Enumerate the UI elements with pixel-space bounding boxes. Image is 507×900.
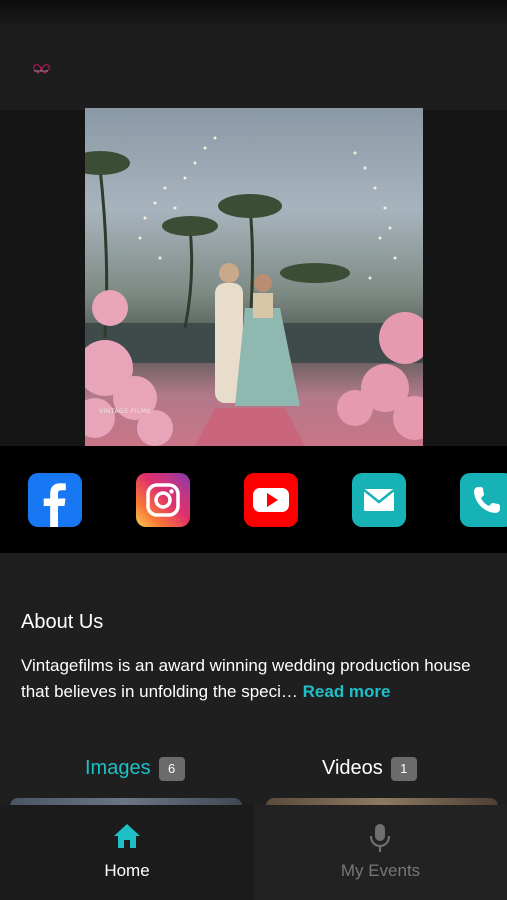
microphone-icon	[369, 824, 391, 852]
tab-videos[interactable]: Videos 1	[322, 757, 417, 785]
hero-image[interactable]: VINTAGE FILMS	[85, 108, 423, 446]
logo-text: VINTAGE	[33, 69, 49, 73]
youtube-button[interactable]	[244, 473, 298, 527]
instagram-icon	[146, 483, 180, 517]
images-count-badge: 6	[158, 757, 185, 781]
about-title: About Us	[21, 611, 104, 633]
instagram-button[interactable]	[136, 473, 190, 527]
social-bar	[0, 446, 507, 553]
app-header: VINTAGE	[0, 24, 507, 110]
nav-my-events[interactable]: My Events	[254, 805, 507, 900]
facebook-button[interactable]	[28, 473, 82, 527]
read-more-link[interactable]: Read more	[303, 682, 391, 701]
nav-my-events-label: My Events	[340, 861, 421, 880]
youtube-icon	[253, 488, 289, 512]
mail-icon	[363, 489, 395, 511]
email-button[interactable]	[352, 473, 406, 527]
heart-icon	[36, 60, 45, 68]
phone-icon	[474, 487, 500, 513]
tab-videos-label: Videos	[322, 757, 383, 779]
nav-home[interactable]: Home	[0, 805, 254, 900]
watermark-text: VINTAGE FILMS	[99, 408, 151, 415]
facebook-icon	[43, 483, 66, 527]
nav-home-label: Home	[104, 861, 150, 880]
phone-button[interactable]	[460, 473, 507, 527]
brand-logo[interactable]: VINTAGE	[30, 60, 52, 76]
about-text: Vintagefilms is an award winning wedding…	[21, 656, 471, 701]
home-icon	[114, 824, 140, 848]
status-bar	[0, 0, 507, 24]
about-description: Vintagefilms is an award winning wedding…	[21, 653, 491, 705]
wedding-photo	[85, 136, 423, 446]
videos-count-badge: 1	[390, 757, 417, 781]
bottom-nav: Home My Events	[0, 805, 507, 900]
tab-images-label: Images	[85, 757, 151, 779]
tab-images[interactable]: Images 6	[85, 757, 185, 785]
